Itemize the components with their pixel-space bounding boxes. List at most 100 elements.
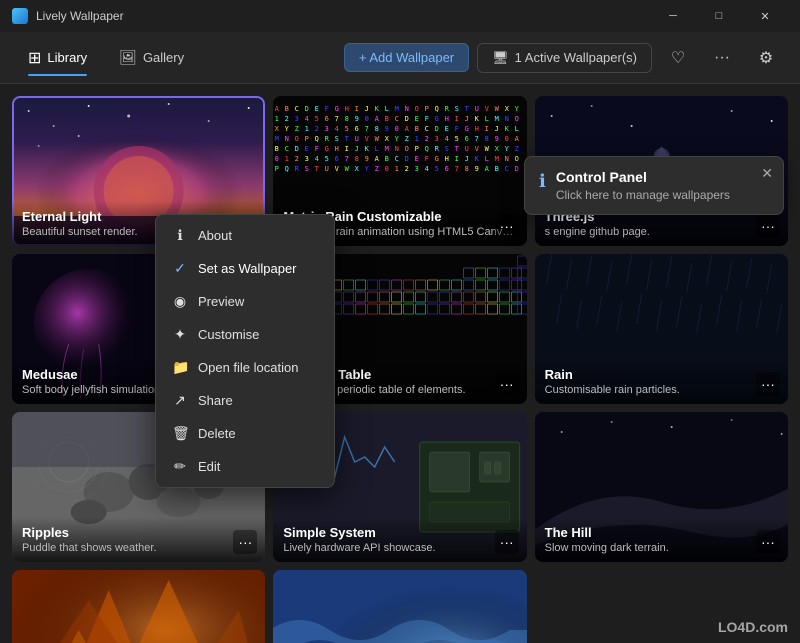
svg-text:L: L <box>375 145 379 153</box>
svg-text:I: I <box>355 105 359 113</box>
svg-text:7: 7 <box>475 135 479 143</box>
folder-icon: 📁 <box>172 359 188 376</box>
card-more-button[interactable]: ··· <box>756 530 780 554</box>
svg-text:8: 8 <box>465 165 469 173</box>
active-wallpaper-button[interactable]: 🖥 1 Active Wallpaper(s) <box>477 43 652 73</box>
edit-icon: ✏ <box>172 458 188 475</box>
settings-button[interactable]: ⚙ <box>748 40 784 76</box>
card-more-button[interactable]: ··· <box>756 214 780 238</box>
svg-text:6: 6 <box>355 125 359 133</box>
svg-text:I: I <box>485 125 489 133</box>
svg-text:D: D <box>435 125 439 133</box>
svg-text:Z: Z <box>295 125 299 133</box>
svg-text:J: J <box>365 105 369 113</box>
svg-text:I: I <box>345 145 349 153</box>
svg-text:M: M <box>495 115 499 123</box>
svg-text:J: J <box>465 115 469 123</box>
card-rain[interactable]: Rain Customisable rain particles. ··· <box>535 254 788 404</box>
svg-text:2: 2 <box>295 155 299 163</box>
card-more-button[interactable]: ··· <box>495 372 519 396</box>
menu-item-preview[interactable]: ◉ Preview <box>156 285 334 318</box>
heart-button[interactable]: ♡ <box>660 40 696 76</box>
svg-text:H: H <box>445 115 449 123</box>
svg-text:O: O <box>515 115 519 123</box>
svg-text:O: O <box>405 145 409 153</box>
control-panel-tooltip[interactable]: ℹ Control Panel Click here to manage wal… <box>524 156 784 215</box>
menu-item-about[interactable]: ℹ About <box>156 219 334 252</box>
menu-item-edit[interactable]: ✏ Edit <box>156 450 334 483</box>
svg-text:7: 7 <box>345 155 349 163</box>
card-more-button[interactable]: ··· <box>756 372 780 396</box>
svg-text:B: B <box>495 165 499 173</box>
menu-item-customise[interactable]: ✦ Customise <box>156 318 334 351</box>
library-tab[interactable]: ⊞ Library <box>16 42 99 74</box>
svg-text:B: B <box>285 105 289 113</box>
toolbar: ⊞ Library 🖼 Gallery + Add Wallpaper 🖥 1 … <box>0 32 800 84</box>
info-icon: ℹ <box>539 171 546 192</box>
svg-text:U: U <box>475 105 479 113</box>
svg-text:H: H <box>345 105 349 113</box>
minimize-button[interactable]: ─ <box>650 0 696 32</box>
close-button[interactable]: ✕ <box>742 0 788 32</box>
svg-text:4: 4 <box>445 135 449 143</box>
menu-item-share[interactable]: ↗ Share <box>156 384 334 417</box>
gallery-tab[interactable]: 🖼 Gallery <box>107 43 196 72</box>
svg-text:U: U <box>355 135 359 143</box>
gallery-icon: 🖼 <box>119 49 137 66</box>
svg-text:M: M <box>495 155 499 163</box>
card-triangles-light[interactable]: Triangles & Light Triangles animation. ·… <box>12 570 265 643</box>
svg-text:Z: Z <box>375 165 379 173</box>
svg-text:0: 0 <box>275 155 279 163</box>
menu-item-share-label: Share <box>198 393 233 408</box>
library-label: Library <box>47 50 87 65</box>
svg-text:E: E <box>415 155 419 163</box>
menu-item-delete[interactable]: 🗑 Delete <box>156 417 334 450</box>
card-title: Rain <box>545 367 778 382</box>
svg-text:G: G <box>435 155 439 163</box>
card-more-button[interactable]: ··· <box>495 214 519 238</box>
svg-text:N: N <box>505 115 509 123</box>
toolbar-right: + Add Wallpaper 🖥 1 Active Wallpaper(s) … <box>344 40 784 76</box>
card-more-button[interactable]: ··· <box>233 530 257 554</box>
card-waves[interactable]: Waves Ocean waves. ··· <box>273 570 526 643</box>
svg-text:S: S <box>455 105 459 113</box>
svg-text:D: D <box>405 115 409 123</box>
card-desc: Puddle that shows weather. <box>22 542 255 554</box>
share-icon: ↗ <box>172 392 188 409</box>
card-info: The Hill Slow moving dark terrain. <box>535 517 788 562</box>
menu-item-set-wallpaper[interactable]: ✓ Set as Wallpaper <box>156 252 334 285</box>
svg-text:0: 0 <box>385 165 389 173</box>
svg-text:9: 9 <box>475 165 479 173</box>
svg-text:5: 5 <box>315 115 319 123</box>
svg-text:F: F <box>425 155 429 163</box>
svg-text:Q: Q <box>425 145 429 153</box>
card-the-hill[interactable]: The Hill Slow moving dark terrain. ··· <box>535 412 788 562</box>
svg-text:C: C <box>425 125 429 133</box>
checkmark-icon: ✓ <box>172 260 188 277</box>
card-more-button[interactable]: ··· <box>495 530 519 554</box>
svg-text:G: G <box>325 145 329 153</box>
maximize-button[interactable]: □ <box>696 0 742 32</box>
svg-text:D: D <box>305 105 309 113</box>
svg-text:L: L <box>385 105 389 113</box>
svg-text:5: 5 <box>325 155 329 163</box>
svg-text:6: 6 <box>325 115 329 123</box>
svg-text:U: U <box>325 165 329 173</box>
menu-item-open-file[interactable]: 📁 Open file location <box>156 351 334 384</box>
svg-text:J: J <box>495 125 499 133</box>
svg-text:S: S <box>305 165 309 173</box>
titlebar: Lively Wallpaper ─ □ ✕ <box>0 0 800 32</box>
svg-text:Q: Q <box>435 105 439 113</box>
svg-text:H: H <box>335 145 339 153</box>
svg-text:0: 0 <box>365 115 369 123</box>
menu-item-customise-label: Customise <box>198 327 259 342</box>
svg-text:F: F <box>315 145 319 153</box>
svg-text:N: N <box>505 155 509 163</box>
add-wallpaper-button[interactable]: + Add Wallpaper <box>344 43 469 72</box>
svg-text:0: 0 <box>505 135 509 143</box>
control-panel-close-button[interactable]: ✕ <box>761 165 773 182</box>
card-title: The Hill <box>545 525 778 540</box>
svg-text:4: 4 <box>315 155 319 163</box>
more-button[interactable]: ··· <box>704 40 740 76</box>
control-panel-desc: Click here to manage wallpapers <box>556 188 730 202</box>
